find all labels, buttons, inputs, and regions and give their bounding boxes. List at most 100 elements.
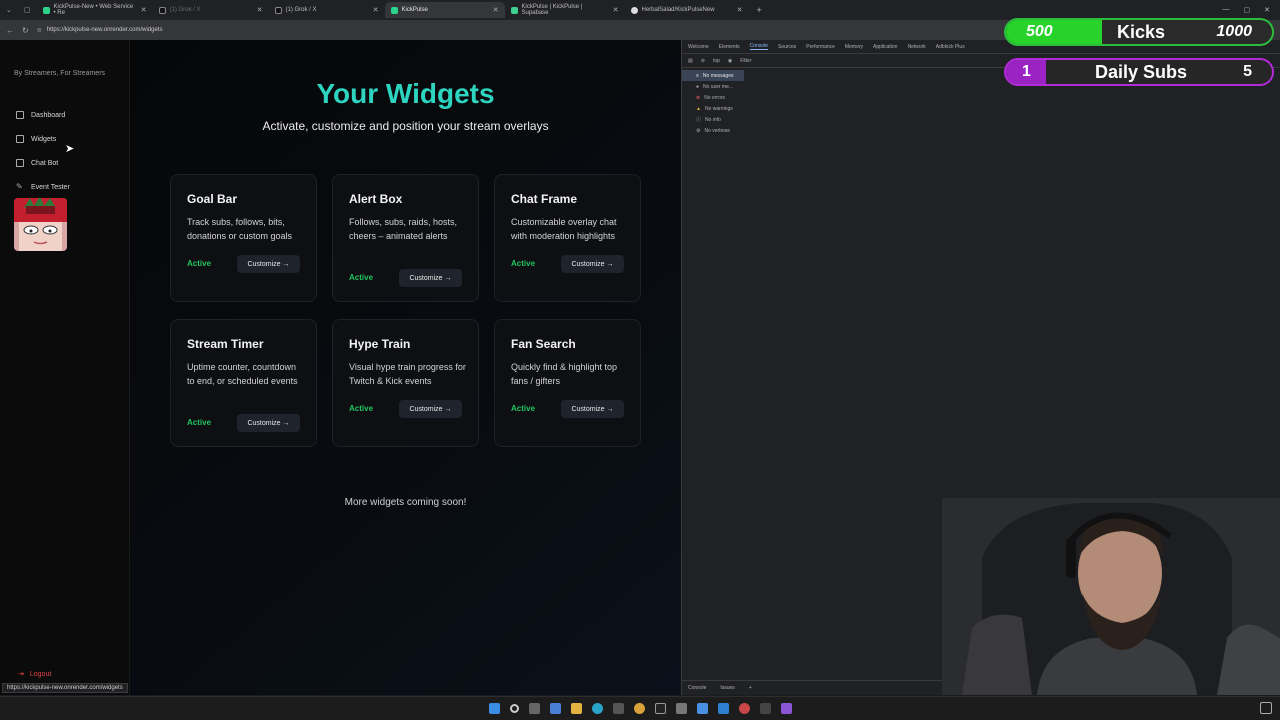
reload-icon[interactable]: ↻ xyxy=(22,26,29,35)
devtools-tab-memory[interactable]: Memory xyxy=(845,44,863,50)
new-tab-button[interactable]: + xyxy=(749,5,770,15)
customize-button[interactable]: Customize → xyxy=(399,400,462,418)
eye-icon[interactable]: ◉ xyxy=(728,58,732,64)
goal-target: 5 xyxy=(1243,63,1252,80)
vscode-icon[interactable] xyxy=(717,703,729,714)
filter-label: No verbose xyxy=(704,127,731,134)
task-view-icon[interactable] xyxy=(528,703,540,714)
app-icon[interactable] xyxy=(738,703,750,714)
tab-close-icon[interactable]: ✕ xyxy=(141,6,147,14)
edge-browser-icon[interactable] xyxy=(591,703,603,714)
customize-button[interactable]: Customize → xyxy=(237,414,300,432)
tab-close-icon[interactable]: ✕ xyxy=(493,6,499,14)
verbose-icon: ⚙ xyxy=(696,127,701,134)
tab-close-icon[interactable]: ✕ xyxy=(373,6,379,14)
card-title: Fan Search xyxy=(511,337,576,351)
chat-icon xyxy=(16,159,24,167)
devtools-tab-welcome[interactable]: Welcome xyxy=(688,44,709,50)
store-icon[interactable] xyxy=(612,703,624,714)
widgets-icon xyxy=(16,135,24,143)
customize-button[interactable]: Customize → xyxy=(237,255,300,273)
tab-title: KickPulse xyxy=(401,7,428,13)
tab-close-icon[interactable]: ✕ xyxy=(737,6,743,14)
console-filter-verbose[interactable]: ⚙ No verbose xyxy=(682,125,744,136)
browser-tab-active[interactable]: KickPulse ✕ xyxy=(384,2,505,18)
avatar[interactable] xyxy=(14,198,67,251)
browser-tab[interactable]: (1) Grok / X ✕ xyxy=(269,2,385,18)
console-filter-info[interactable]: ⓘ No info xyxy=(682,114,744,125)
console-filter-errors[interactable]: ⊗ No errors xyxy=(682,92,744,103)
customize-button[interactable]: Customize → xyxy=(399,269,462,287)
x-app-icon[interactable] xyxy=(654,703,666,714)
sidebar-item-widgets[interactable]: Widgets xyxy=(16,135,56,143)
filter-label: No info xyxy=(705,116,721,123)
devtools-tab-performance[interactable]: Performance xyxy=(806,44,835,50)
maximize-icon[interactable]: ▢ xyxy=(1244,6,1251,14)
customize-button[interactable]: Customize → xyxy=(561,255,624,273)
customize-button[interactable]: Customize → xyxy=(561,400,624,418)
drawer-tab-issues[interactable]: Issues xyxy=(720,685,734,691)
drawer-tab-console[interactable]: Console xyxy=(688,685,706,691)
sidebar-item-dashboard[interactable]: Dashboard xyxy=(16,111,65,119)
browser-tab[interactable]: HerbalSalad/KickPulseNew ✕ xyxy=(625,2,749,18)
devtools-tab-adblock[interactable]: Adblock Plus xyxy=(936,44,965,50)
browser-tab[interactable]: (1) Grok / X ✕ xyxy=(153,2,269,18)
widgets-board-icon[interactable] xyxy=(549,703,561,714)
site-info-icon[interactable]: ⊜ xyxy=(37,27,42,34)
tab-menu-icon[interactable]: ⌄ xyxy=(0,6,18,14)
tab-close-icon[interactable]: ✕ xyxy=(257,6,263,14)
app-icon[interactable] xyxy=(675,703,687,714)
sidebar-item-label: Dashboard xyxy=(31,111,66,119)
windows-start-icon[interactable] xyxy=(488,703,500,714)
url-field[interactable]: ⊜ https://kickpulse-new.onrender.com/wid… xyxy=(37,27,163,34)
discord-icon[interactable] xyxy=(780,703,792,714)
devtools-tab-sources[interactable]: Sources xyxy=(778,44,796,50)
app-icon[interactable] xyxy=(759,703,771,714)
clear-console-icon[interactable]: ⊘ xyxy=(701,58,705,64)
drawer-add-icon[interactable]: + xyxy=(749,685,752,691)
widget-card-hype-train: Hype Train Visual hype train progress fo… xyxy=(332,319,479,447)
logout-button[interactable]: ⇥ Logout xyxy=(18,670,51,679)
avatar-image xyxy=(14,198,67,251)
card-description: Customizable overlay chat with moderatio… xyxy=(511,217,617,241)
status-badge: Active xyxy=(511,259,536,268)
console-filter-input[interactable]: Filter xyxy=(740,58,751,64)
console-filter-warnings[interactable]: ▲ No warnings xyxy=(682,103,744,114)
card-description: Visual hype train progress for Twitch & … xyxy=(349,362,466,386)
tab-title: KickPulse-New • Web Service • Re xyxy=(53,4,134,16)
devtools-tab-elements[interactable]: Elements xyxy=(719,44,740,50)
sidebar-item-chat-bot[interactable]: Chat Bot xyxy=(16,159,58,167)
back-icon[interactable]: ← xyxy=(6,26,14,35)
widget-card-chat-frame: Chat Frame Customizable overlay chat wit… xyxy=(494,174,641,302)
filter-label: No warnings xyxy=(704,105,733,112)
app-icon[interactable] xyxy=(696,703,708,714)
tab-sidebar-icon[interactable]: ▢ xyxy=(18,6,37,14)
search-icon[interactable] xyxy=(509,704,519,713)
card-description: Track subs, follows, bits, donations or … xyxy=(187,217,293,241)
sidebar-toggle-icon[interactable]: ▤ xyxy=(688,58,693,64)
card-title: Chat Frame xyxy=(511,192,578,206)
file-explorer-icon[interactable] xyxy=(570,703,582,714)
sidebar-item-event-tester[interactable]: ✎ Event Tester xyxy=(16,183,70,191)
webcam-image xyxy=(942,498,1280,695)
tab-title: (1) Grok / X xyxy=(169,7,201,13)
context-select[interactable]: top xyxy=(713,58,720,64)
devtools-tab-console[interactable]: Console xyxy=(749,43,768,50)
console-filter-messages[interactable]: ≡ No messages xyxy=(682,70,744,81)
browser-tab[interactable]: KickPulse | KickPulse | Supabase ✕ xyxy=(505,2,625,18)
tab-title: HerbalSalad/KickPulseNew xyxy=(641,7,715,13)
minimize-icon[interactable]: — xyxy=(1223,6,1230,14)
devtools-tab-network[interactable]: Network xyxy=(907,44,925,50)
chrome-icon[interactable] xyxy=(633,703,645,714)
status-badge: Active xyxy=(187,259,212,268)
devtools-tab-application[interactable]: Application xyxy=(873,44,897,50)
tab-close-icon[interactable]: ✕ xyxy=(613,6,619,14)
url-text[interactable]: https://kickpulse-new.onrender.com/widge… xyxy=(47,27,163,33)
status-badge: Active xyxy=(187,418,212,427)
sidebar: By Streamers, For Streamers Dashboard Wi… xyxy=(0,40,130,695)
browser-tab[interactable]: KickPulse-New • Web Service • Re ✕ xyxy=(37,2,153,18)
close-window-icon[interactable]: ✕ xyxy=(1264,6,1270,14)
filter-label: No user me... xyxy=(703,83,734,90)
console-filter-user[interactable]: ● No user me... xyxy=(682,81,744,92)
notification-icon[interactable] xyxy=(1260,702,1272,714)
